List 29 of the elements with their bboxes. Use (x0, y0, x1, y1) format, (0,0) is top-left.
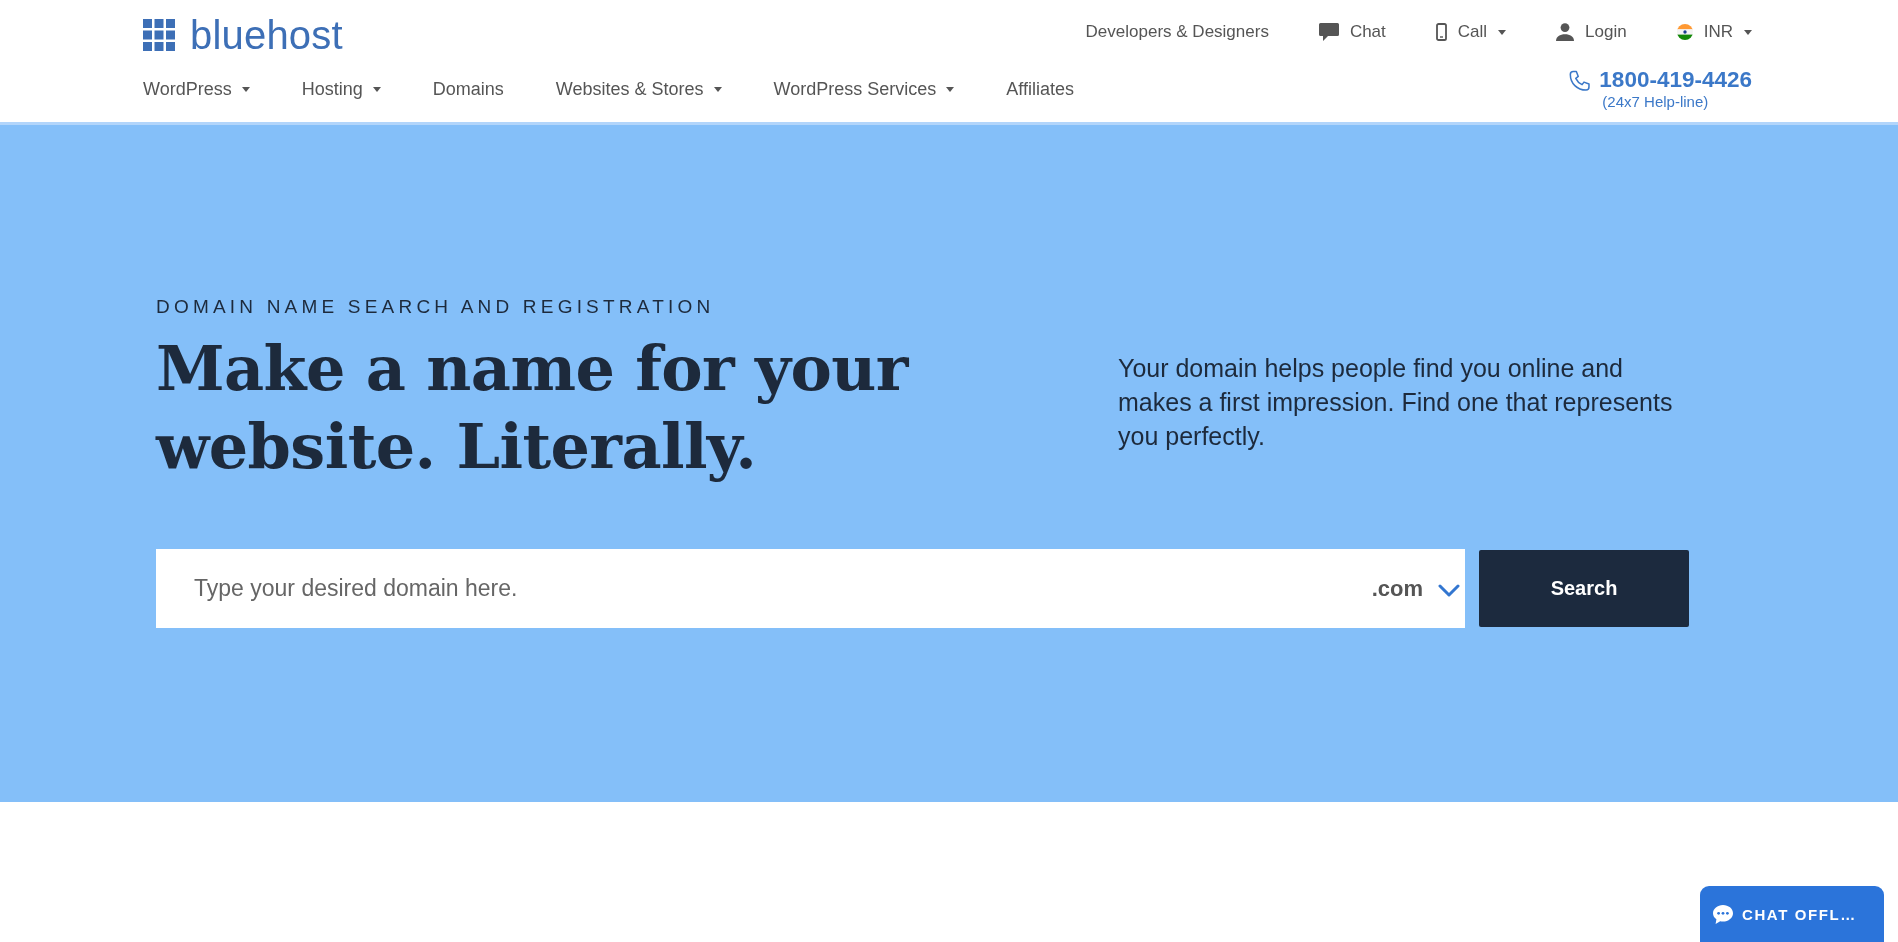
helpline-note: (24x7 Help-line) (1602, 93, 1709, 111)
chat-bubble-icon (1713, 904, 1733, 924)
chat-link[interactable]: Chat (1318, 21, 1386, 43)
phone-number-link[interactable]: 1800-419-4426 (1599, 67, 1752, 93)
nav-link[interactable]: WordPress Services (773, 78, 955, 100)
chevron-down-icon (1438, 583, 1460, 597)
tld-dropdown[interactable]: .com (1357, 549, 1465, 628)
logo-link[interactable]: bluehost (143, 17, 343, 53)
call-menu[interactable]: Call (1435, 21, 1507, 43)
chat-widget-button[interactable]: CHAT OFFL… (1700, 886, 1884, 942)
phone-icon (1568, 70, 1592, 92)
header-link[interactable]: Developers & Designers (1085, 21, 1269, 43)
nav-link[interactable]: Domains (432, 78, 504, 100)
nav-link[interactable]: WordPress (143, 78, 250, 100)
nav-link[interactable]: Websites & Stores (555, 78, 722, 100)
search-field[interactable]: Type your desired domain here. (156, 549, 1358, 628)
user-icon (1556, 23, 1575, 41)
grid-icon (143, 19, 175, 51)
headline: Make a name for your website. Literally. (156, 331, 910, 485)
nav-link[interactable]: Hosting (301, 78, 381, 100)
login-link[interactable]: Login (1556, 21, 1627, 43)
hero-description: Your domain helps people find you online and makes a first impression. Find one that represents you perfectly. (1118, 353, 1674, 452)
nav-link[interactable]: Affiliates (1006, 78, 1074, 100)
flag-icon (1676, 24, 1693, 40)
currency-menu[interactable]: INR (1676, 21, 1752, 43)
eyebrow-text: DOMAIN NAME SEARCH AND REGISTRATION (156, 296, 716, 318)
mobile-phone-icon (1435, 23, 1447, 41)
search-button[interactable]: Search (1479, 550, 1689, 627)
chat-icon (1318, 23, 1339, 41)
